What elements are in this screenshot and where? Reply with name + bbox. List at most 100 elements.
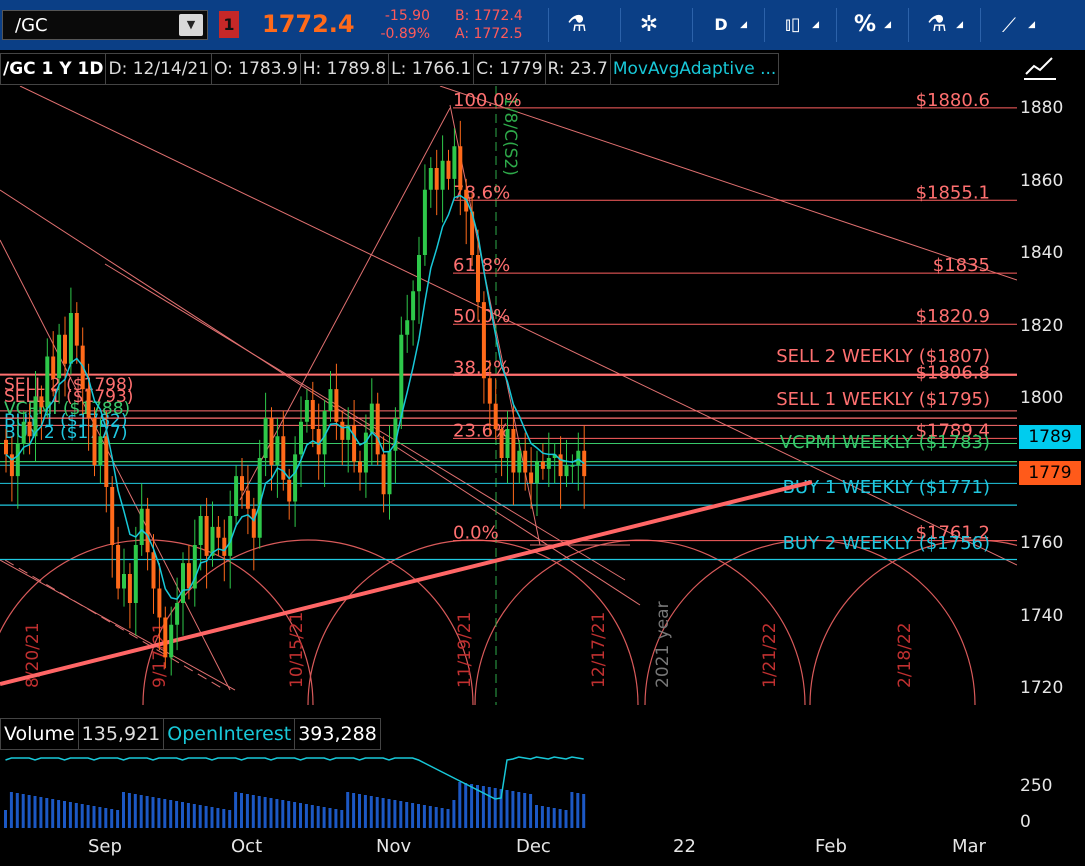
volume-bar-15 <box>92 806 96 828</box>
candle-body-72 <box>428 168 433 190</box>
candle-body-34 <box>204 516 209 556</box>
chevron-down-icon[interactable]: ▼ <box>179 14 203 36</box>
volume-bar-9 <box>57 800 61 828</box>
candle-body-81 <box>481 302 486 379</box>
candle-body-91 <box>540 461 545 469</box>
volume-bar-4 <box>27 795 31 828</box>
volume-bar-17 <box>104 808 108 828</box>
candle-body-29 <box>175 603 180 625</box>
candle-body-56 <box>334 389 339 422</box>
volume-bar-65 <box>387 799 391 828</box>
volume-bar-43 <box>257 796 261 828</box>
candle-body-11 <box>68 313 73 364</box>
candle-body-25 <box>151 552 156 589</box>
current-price-box: 1779 <box>1019 461 1081 485</box>
candle-body-23 <box>139 508 144 545</box>
aggregation-button[interactable]: D ◢ <box>692 8 749 42</box>
candle-body-30 <box>181 563 185 603</box>
candle-body-87 <box>517 450 522 473</box>
studies-flask-icon[interactable]: ⚗ ◢ <box>908 8 965 42</box>
volume-bar-41 <box>245 794 249 828</box>
volume-bar-23 <box>139 795 143 828</box>
volume-tick-250: 250 <box>1020 776 1053 796</box>
candle-body-26 <box>157 588 162 618</box>
volume-bar-75 <box>446 809 450 828</box>
volume-label: Volume <box>0 718 79 750</box>
gear-icon[interactable]: ✲ <box>620 8 677 42</box>
candle-body-96 <box>570 465 575 467</box>
volume-bar-88 <box>523 793 527 828</box>
aggregation-label: D <box>714 15 728 34</box>
time-tick-label: Feb <box>815 836 847 857</box>
time-tick-label: Sep <box>88 836 122 857</box>
study-label[interactable]: MovAvgAdaptive ... <box>609 53 780 85</box>
volume-tick-0: 0 <box>1020 812 1031 832</box>
info-high: H: 1789.8 <box>299 53 390 85</box>
price-chart[interactable]: 8/20/21 9/17/21 10/15/21 11/19/21 12/17/21 20… <box>0 86 1017 714</box>
volume-bar-63 <box>375 797 379 828</box>
candle-body-51 <box>304 400 309 422</box>
support-trendline <box>0 480 813 686</box>
volume-bar-36 <box>216 808 220 828</box>
cycle-date-label-5: 2021 year <box>653 601 673 688</box>
trend-line-3 <box>104 263 626 581</box>
style-corner-icon[interactable] <box>1022 52 1058 82</box>
volume-bar-0 <box>4 810 7 828</box>
time-tick-label: 22 <box>673 836 696 857</box>
volume-bar-92 <box>546 807 550 828</box>
candle-body-19 <box>116 545 121 589</box>
price-tick-label: 1820 <box>1020 315 1064 336</box>
candle-icon[interactable]: ⫾▯ ◢ <box>764 8 821 42</box>
volume-bar-44 <box>263 797 267 828</box>
volume-bar-6 <box>39 797 43 828</box>
candle-body-4 <box>27 421 32 437</box>
chart-name: /GC 1 Y 1D <box>0 53 107 85</box>
volume-bar-70 <box>417 804 420 828</box>
volume-bar-27 <box>163 799 167 828</box>
volume-bar-62 <box>369 796 373 828</box>
candle-body-97 <box>576 450 581 466</box>
volume-bar-91 <box>540 806 544 828</box>
candle-body-70 <box>417 255 421 292</box>
symbol-input[interactable]: /GC <box>15 15 48 36</box>
volume-bar-30 <box>181 802 184 828</box>
candle-body-33 <box>198 516 203 545</box>
last-price: 1772.4 <box>262 10 355 38</box>
candle-body-80 <box>476 255 480 303</box>
candle-body-82 <box>487 378 492 404</box>
volume-bar-61 <box>363 795 367 828</box>
weekly-level-label-3: BUY 1 WEEKLY ($1771) <box>783 477 990 498</box>
candle-body-71 <box>422 189 427 255</box>
candle-body-40 <box>240 476 244 491</box>
flask-icon[interactable]: ⚗ <box>548 8 605 42</box>
candle-body-86 <box>511 429 516 473</box>
volume-bar-83 <box>493 788 497 828</box>
candle-body-69 <box>411 291 416 321</box>
cycle-date-label-6: 1/21/22 <box>760 622 780 688</box>
price-tick-label: 1800 <box>1020 388 1064 408</box>
cycle-arc-1 <box>142 539 474 706</box>
fib-price-label-2: $1835 <box>933 255 990 276</box>
candle-body-64 <box>381 454 386 495</box>
candle-body-12 <box>74 313 79 346</box>
toolbar: /GC ▼ 1 1772.4 -15.90 -0.89% B: 1772.4 A… <box>0 0 1085 50</box>
net-change: -15.90 <box>384 8 430 24</box>
volume-bar-45 <box>269 798 273 828</box>
candle-body-9 <box>57 334 62 379</box>
candle-body-49 <box>293 454 298 502</box>
volume-bar-76 <box>452 800 456 828</box>
symbol-selector[interactable]: /GC ▼ <box>2 10 208 40</box>
fib-price-label-3: $1820.9 <box>916 306 990 327</box>
drawing-icon[interactable]: ⟋ ◢ <box>980 8 1037 42</box>
volume-bar-26 <box>157 798 161 828</box>
volume-bar-90 <box>535 805 538 828</box>
volume-bar-82 <box>487 787 491 828</box>
percent-button[interactable]: % ◢ <box>836 8 893 42</box>
link-badge[interactable]: 1 <box>219 11 239 38</box>
volume-bar-7 <box>45 798 49 828</box>
time-tick-label: Oct <box>231 836 263 857</box>
volume-bar-87 <box>517 792 521 828</box>
candle-body-75 <box>446 160 451 179</box>
candle-body-46 <box>275 436 280 466</box>
fib-price-label-1: $1855.1 <box>916 182 990 203</box>
